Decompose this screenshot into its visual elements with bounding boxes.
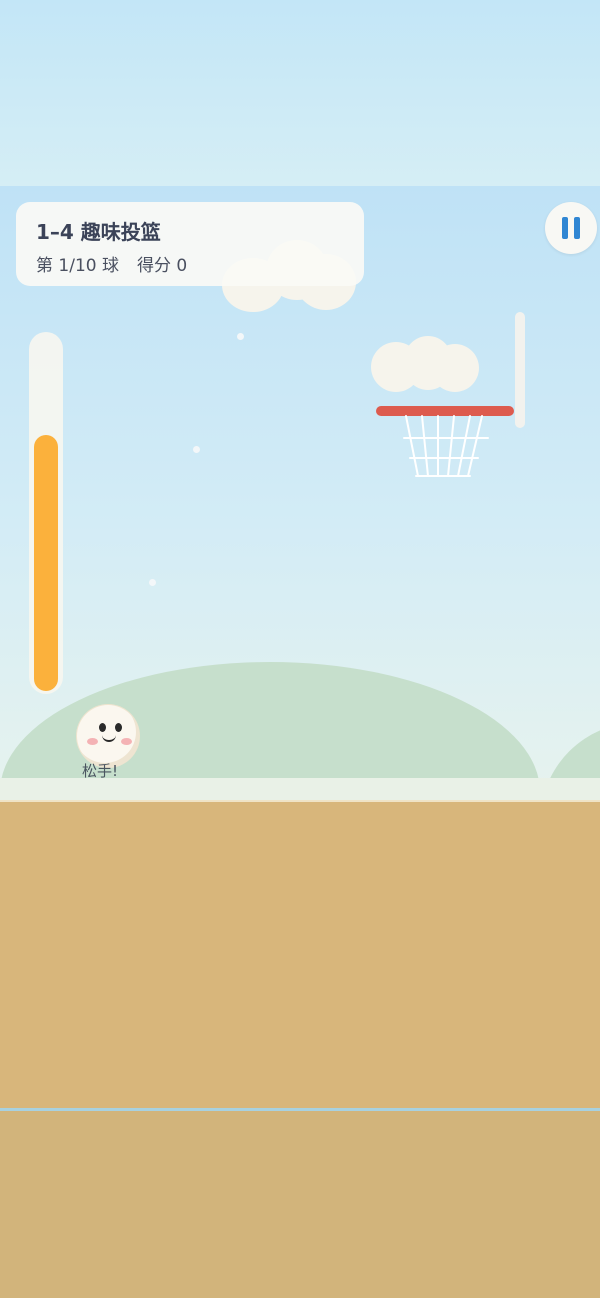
- court-floor-lower: [0, 1111, 600, 1298]
- ground-strip: [0, 778, 600, 800]
- ball-blush-left: [87, 738, 98, 745]
- level-title: 1–4 趣味投篮: [36, 220, 161, 244]
- ball-counter: 第 1/10 球: [36, 256, 119, 276]
- court-floor: [0, 800, 600, 1112]
- pause-button[interactable]: [545, 202, 597, 254]
- ball-eye-right: [115, 723, 122, 732]
- release-hint: 松手!: [82, 762, 119, 780]
- score-text: 得分 0: [136, 256, 188, 276]
- power-meter-fill: [34, 435, 58, 691]
- level-stats: 第 1/10 球得分 0: [36, 251, 187, 276]
- ball-blush-right: [121, 738, 132, 745]
- game-screen[interactable]: 1–4 趣味投篮 第 1/10 球得分 0 松手!: [0, 0, 600, 1298]
- hoop-net: [403, 415, 489, 477]
- hoop-pole: [515, 312, 525, 428]
- ball-character[interactable]: [77, 705, 139, 767]
- sparkle-dot: [193, 446, 200, 453]
- power-meter: [29, 332, 63, 694]
- sparkle-dot: [237, 333, 244, 340]
- sparkle-dot: [149, 579, 156, 586]
- cloud-hoop: [371, 336, 479, 394]
- top-blank-area: [0, 0, 600, 186]
- ball-smile: [102, 731, 116, 742]
- level-info-panel: 1–4 趣味投篮 第 1/10 球得分 0: [16, 202, 364, 286]
